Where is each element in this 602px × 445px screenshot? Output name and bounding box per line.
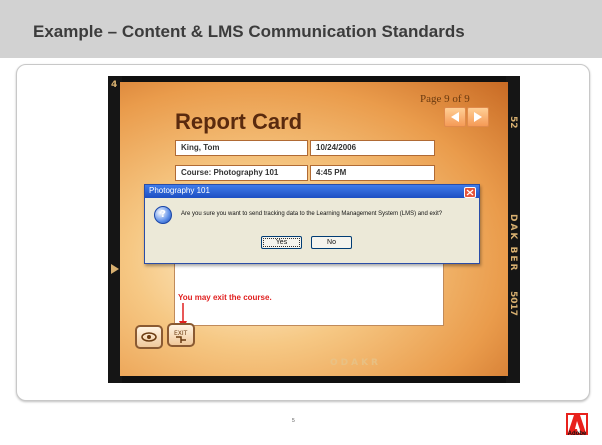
next-page-button[interactable] bbox=[467, 107, 489, 127]
eye-icon bbox=[141, 332, 157, 342]
student-name-field: King, Tom bbox=[175, 140, 308, 156]
slide-title: Example – Content & LMS Communication St… bbox=[33, 22, 465, 41]
dialog-title: Photography 101 bbox=[149, 186, 210, 195]
page-indicator: Page 9 of 9 bbox=[420, 93, 470, 105]
yes-button[interactable]: Yes bbox=[261, 236, 302, 249]
film-mark-right-low: 5017 bbox=[508, 291, 518, 317]
dialog-close-button[interactable] bbox=[464, 187, 476, 198]
date-field: 10/24/2006 bbox=[310, 140, 435, 156]
review-button[interactable] bbox=[135, 325, 163, 349]
adobe-logo-text: Adobe bbox=[567, 431, 587, 437]
film-mark-right-top: 52 bbox=[508, 116, 518, 129]
arrow-left-icon bbox=[451, 112, 459, 122]
no-button[interactable]: No bbox=[311, 236, 352, 249]
arrow-right-icon bbox=[474, 112, 482, 122]
slide-page-number: 5 bbox=[292, 418, 295, 424]
exit-icon: EXIT bbox=[174, 330, 188, 343]
close-icon bbox=[466, 189, 474, 196]
film-mark-right-mid: DAK BER bbox=[508, 214, 518, 273]
film-triangle-icon bbox=[111, 264, 119, 274]
prev-page-button[interactable] bbox=[444, 107, 466, 127]
slide-header: Example – Content & LMS Communication St… bbox=[0, 0, 602, 58]
film-mark-bottom: ODAKR bbox=[330, 358, 381, 368]
report-card-title: Report Card bbox=[175, 109, 303, 134]
exit-message: You may exit the course. bbox=[178, 293, 272, 302]
exit-button[interactable]: EXIT bbox=[167, 323, 195, 347]
svg-text:EXIT: EXIT bbox=[174, 330, 188, 337]
confirm-dialog: Photography 101 ? Are you sure you want … bbox=[144, 184, 480, 264]
film-mark-left: 4 bbox=[111, 80, 118, 90]
course-name-field: Course: Photography 101 bbox=[175, 165, 308, 181]
dialog-message: Are you sure you want to send tracking d… bbox=[181, 211, 443, 217]
film-strip-right: 52 DAK BER 5017 bbox=[506, 76, 520, 383]
time-field: 4:45 PM bbox=[310, 165, 435, 181]
question-icon: ? bbox=[154, 206, 172, 224]
dialog-titlebar[interactable]: Photography 101 bbox=[145, 185, 479, 198]
